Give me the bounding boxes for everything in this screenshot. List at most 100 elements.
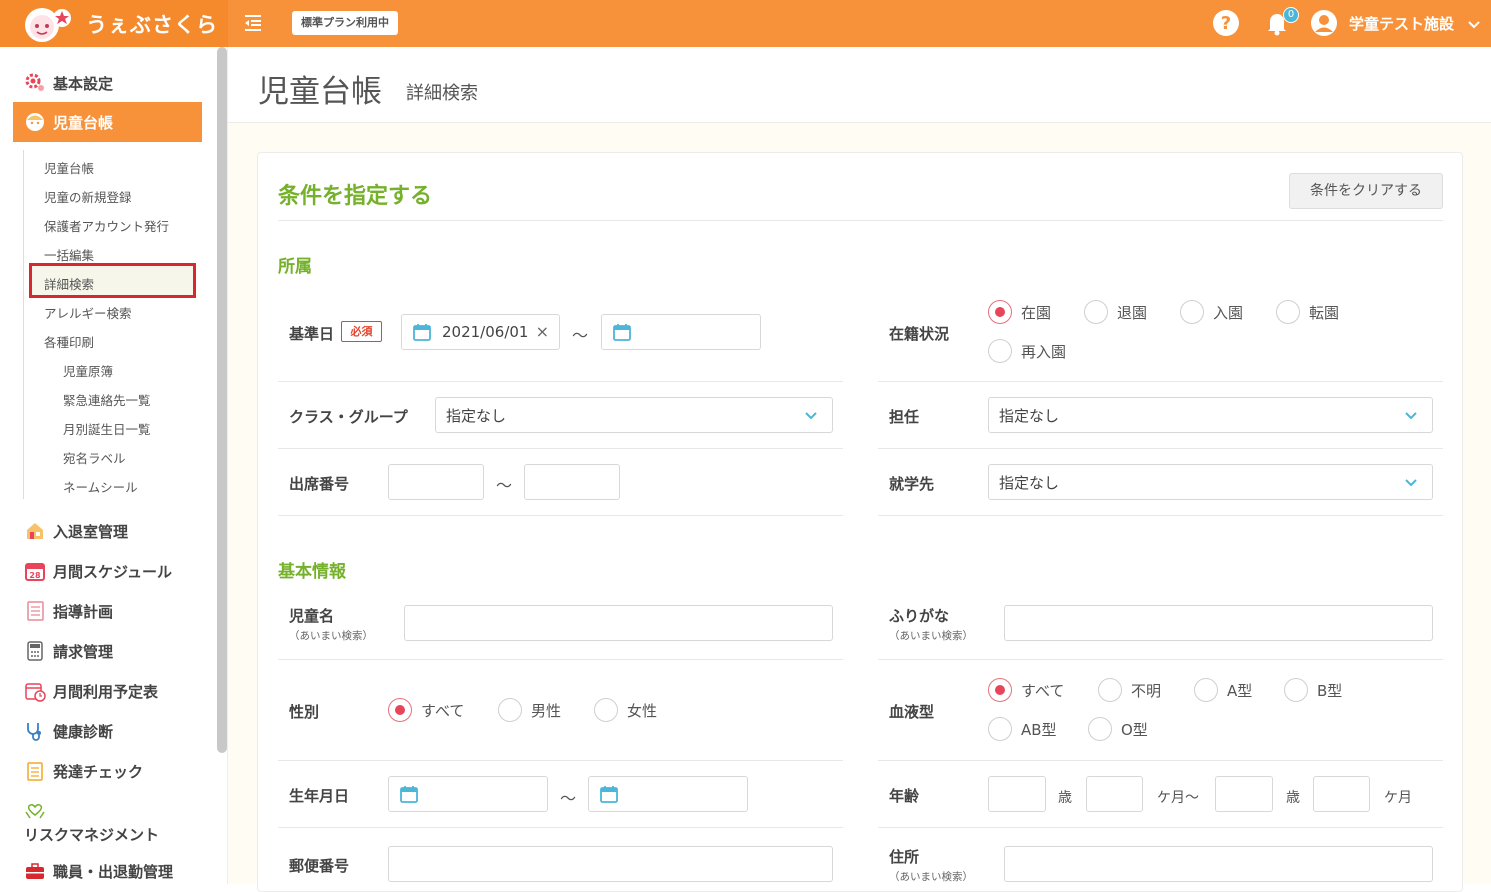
calculator-icon (24, 640, 46, 662)
sidebar-item-health-check[interactable]: 健康診断 (24, 720, 113, 742)
divider (278, 760, 843, 761)
divider (278, 515, 843, 516)
enrollment-radio-transfer[interactable]: 転園 (1276, 300, 1339, 324)
enrollment-radio-left[interactable]: 退園 (1084, 300, 1147, 324)
attendance-number-to-input[interactable] (524, 464, 620, 500)
divider (278, 659, 843, 660)
enrollment-radio-enrolled[interactable]: 在園 (988, 300, 1051, 324)
divider (278, 827, 843, 828)
base-date-from-input[interactable]: 2021/06/01 × (401, 314, 560, 350)
sidebar-item-attendance[interactable]: 入退室管理 (24, 520, 128, 542)
svg-text:28: 28 (29, 571, 41, 580)
sidebar-item-development-check[interactable]: 発達チェック (24, 760, 143, 782)
submenu-new-child[interactable]: 児童の新規登録 (44, 187, 132, 206)
sidebar-item-guidance-plan[interactable]: 指導計画 (24, 600, 113, 622)
sidebar-item-risk-management[interactable]: リスクマネジメント (24, 800, 159, 844)
age-from-months-input[interactable] (1086, 776, 1143, 812)
age-unit-months-from: ケ月〜 (1157, 790, 1199, 806)
submenu-allergy-search[interactable]: アレルギー検索 (44, 303, 132, 322)
submenu-name-seal[interactable]: ネームシール (63, 477, 138, 496)
calendar-icon (412, 322, 432, 342)
class-group-select[interactable]: 指定なし (435, 397, 833, 433)
blood-radio-o[interactable]: O型 (1088, 717, 1148, 741)
birthday-from-input[interactable] (388, 776, 548, 812)
plan-badge: 標準プラン利用中 (292, 11, 398, 35)
submenu-birthday-list[interactable]: 月別誕生日一覧 (63, 419, 151, 438)
range-tilde: 〜 (560, 789, 577, 808)
attendance-number-label: 出席番号 (289, 475, 350, 493)
chevron-down-icon[interactable] (1467, 16, 1481, 30)
help-icon[interactable]: ? (1212, 9, 1240, 37)
age-from-years-input[interactable] (988, 776, 1046, 812)
child-face-icon (24, 111, 46, 133)
divider (278, 448, 843, 449)
calendar-icon (612, 322, 632, 342)
postal-code-input[interactable] (388, 846, 833, 882)
clear-conditions-button[interactable]: 条件をクリアする (1289, 173, 1443, 209)
enrollment-radio-readmit[interactable]: 再入園 (988, 339, 1066, 363)
divider (878, 760, 1443, 761)
submenu-bulk-edit[interactable]: 一括編集 (44, 245, 94, 264)
blood-radio-ab[interactable]: AB型 (988, 717, 1057, 741)
submenu-child-ledger[interactable]: 児童原簿 (63, 361, 113, 380)
gender-radio-all[interactable]: すべて (388, 698, 464, 722)
gender-radio-female[interactable]: 女性 (594, 698, 657, 722)
sidebar-item-staff[interactable]: 職員・出退勤管理 (24, 860, 173, 882)
sidebar-item-billing[interactable]: 請求管理 (24, 640, 113, 662)
gender-radio-male[interactable]: 男性 (498, 698, 561, 722)
submenu-address-label[interactable]: 宛名ラベル (63, 448, 126, 467)
calendar-icon (599, 784, 619, 804)
divider (878, 448, 1443, 449)
brand-name: うぇぶさくら (86, 12, 218, 37)
checklist-icon (24, 760, 46, 782)
birthday-to-input[interactable] (588, 776, 748, 812)
submenu-emergency-contacts[interactable]: 緊急連絡先一覧 (63, 390, 151, 409)
submenu-detail-search[interactable]: 詳細検索 (44, 274, 94, 293)
user-name[interactable]: 学童テスト施設 (1349, 13, 1454, 34)
section-basic-title: 基本情報 (278, 562, 346, 582)
calendar-28-icon: 28 (24, 560, 46, 582)
submenu-guardian-account[interactable]: 保護者アカウント発行 (44, 216, 169, 235)
school-select[interactable]: 指定なし (988, 464, 1433, 500)
enrollment-radio-admit[interactable]: 入園 (1180, 300, 1243, 324)
blood-radio-a[interactable]: A型 (1194, 678, 1252, 702)
blood-type-label: 血液型 (889, 703, 935, 721)
divider (278, 220, 1443, 221)
menu-toggle-icon[interactable] (243, 13, 263, 33)
briefcase-icon (24, 860, 46, 882)
submenu-child-register[interactable]: 児童台帳 (44, 158, 94, 177)
blood-radio-b[interactable]: B型 (1284, 678, 1342, 702)
hands-heart-icon (24, 800, 46, 822)
fuzzy-note: （あいまい検索） (289, 630, 373, 642)
blood-radio-all[interactable]: すべて (988, 678, 1064, 702)
age-to-months-input[interactable] (1313, 776, 1370, 812)
age-unit-months: ケ月 (1384, 790, 1412, 806)
brand-logo[interactable]: うぇぶさくら (0, 0, 228, 47)
attendance-number-from-input[interactable] (388, 464, 484, 500)
teacher-select[interactable]: 指定なし (988, 397, 1433, 433)
address-input[interactable] (1004, 846, 1433, 882)
notebook-icon (24, 600, 46, 622)
sidebar-item-monthly-schedule[interactable]: 28 月間スケジュール (24, 560, 172, 582)
furigana-input[interactable] (1004, 605, 1433, 641)
child-name-input[interactable] (404, 605, 833, 641)
sidebar-item-monthly-usage[interactable]: 月間利用予定表 (24, 680, 158, 702)
base-date-label: 基準日 (289, 325, 335, 343)
user-avatar-icon[interactable] (1310, 9, 1338, 37)
submenu-printing[interactable]: 各種印刷 (44, 332, 94, 351)
calendar-icon (399, 784, 419, 804)
section-affiliation-title: 所属 (278, 257, 312, 277)
gear-icon (24, 72, 46, 94)
sakura-logo-icon (22, 4, 78, 44)
submenu-guide-line (23, 150, 24, 499)
clear-date-icon[interactable]: × (536, 322, 549, 341)
divider (278, 381, 843, 382)
page-title: 児童台帳 (258, 74, 382, 110)
blood-radio-unknown[interactable]: 不明 (1098, 678, 1161, 702)
school-label: 就学先 (889, 475, 935, 493)
sidebar-scrollbar[interactable] (217, 47, 227, 753)
age-to-years-input[interactable] (1215, 776, 1273, 812)
sidebar-item-basic-settings[interactable]: 基本設定 (24, 72, 113, 94)
sidebar-item-child-register[interactable]: 児童台帳 (13, 102, 202, 142)
base-date-to-input[interactable] (601, 314, 761, 350)
